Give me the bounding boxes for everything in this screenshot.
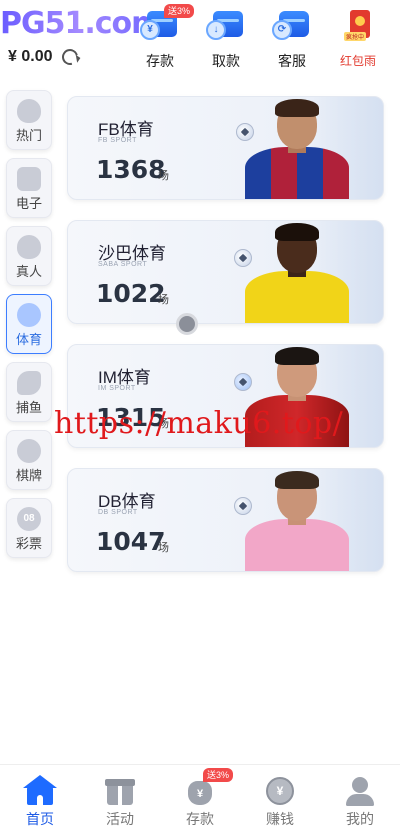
deposit-label: 存款 — [146, 53, 174, 69]
red-envelope-label: 红包雨 — [339, 54, 376, 68]
player-image — [245, 97, 349, 199]
watermark-url: https://maku6.top/ — [54, 406, 344, 441]
nav-label: 活动 — [106, 811, 134, 827]
balance-display: ¥ 0.00 — [8, 46, 82, 68]
gift-icon — [105, 775, 135, 805]
match-unit: 场 — [158, 170, 169, 182]
sport-subtitle: IM SPORT — [98, 385, 136, 392]
category-label: 电子 — [15, 196, 42, 211]
match-unit: 场 — [158, 542, 169, 554]
category-sports[interactable]: 体育 — [6, 294, 52, 354]
red-envelope-tag: 疯抢中 — [344, 32, 367, 41]
category-live[interactable]: 真人 — [6, 226, 52, 286]
cards-icon — [17, 439, 41, 463]
category-lottery[interactable]: 08 彩票 — [6, 498, 52, 558]
nav-deposit[interactable]: ¥ 送3% 存款 — [160, 765, 240, 832]
deposit-bonus-badge: 送3% — [164, 4, 195, 18]
gamepad-icon — [17, 167, 41, 191]
category-label: 真人 — [15, 264, 42, 279]
coin-icon: ¥ — [265, 775, 295, 805]
category-label: 捕鱼 — [15, 400, 42, 415]
nav-home[interactable]: 首页 — [0, 765, 80, 832]
category-cards[interactable]: 棋牌 — [6, 430, 52, 490]
fish-icon — [17, 371, 41, 395]
category-fishing[interactable]: 捕鱼 — [6, 362, 52, 422]
sport-subtitle: FB SPORT — [98, 137, 137, 144]
customer-service-label: 客服 — [278, 53, 306, 69]
nav-label: 存款 — [186, 811, 214, 827]
nav-activity[interactable]: 活动 — [80, 765, 160, 832]
withdraw-button[interactable]: ↓ 取款 — [196, 8, 256, 71]
ball-icon — [17, 303, 41, 327]
header: PG51.com ¥ 0.00 ¥ 送3% 存款 ↓ 取款 ⟳ 客服 疯抢中 红… — [0, 0, 400, 80]
home-icon — [23, 775, 57, 805]
lottery-ball-icon: 08 — [17, 507, 41, 531]
user-icon — [345, 775, 375, 806]
nav-label: 首页 — [26, 811, 54, 827]
chat-icon: ⟳ — [272, 8, 309, 40]
wallet-card-icon: ¥ 送3% — [140, 4, 195, 40]
match-count: 1047 — [96, 527, 166, 556]
withdraw-label: 取款 — [212, 53, 240, 69]
match-count: 1368 — [96, 155, 166, 184]
player-image — [245, 469, 349, 571]
category-hot[interactable]: 热门 — [6, 90, 52, 150]
balance-value: ¥ 0.00 — [8, 48, 53, 65]
sport-card-saba[interactable]: 沙巴体育 SABA SPORT 1022 场 — [67, 220, 384, 324]
refresh-icon[interactable] — [59, 46, 82, 68]
nav-label: 我的 — [346, 811, 374, 827]
customer-service-button[interactable]: ⟳ 客服 — [262, 8, 322, 71]
category-slots[interactable]: 电子 — [6, 158, 52, 218]
deposit-button[interactable]: ¥ 送3% 存款 — [130, 4, 195, 71]
nav-earn[interactable]: ¥ 赚钱 — [240, 765, 320, 832]
sport-subtitle: SABA SPORT — [98, 261, 148, 268]
bottom-navigation: 首页 活动 ¥ 送3% 存款 ¥ 赚钱 我的 — [0, 764, 400, 832]
category-label: 体育 — [15, 332, 42, 347]
nav-profile[interactable]: 我的 — [320, 765, 400, 832]
sport-subtitle: DB SPORT — [98, 509, 138, 516]
flame-icon — [17, 235, 41, 259]
withdraw-card-icon: ↓ — [206, 8, 243, 40]
match-count: 1022 — [96, 279, 166, 308]
red-envelope-icon: 疯抢中 — [342, 8, 374, 41]
red-envelope-rain-button[interactable]: 疯抢中 红包雨 — [328, 8, 388, 69]
category-label: 彩票 — [15, 536, 42, 551]
floating-drag-handle[interactable] — [176, 313, 198, 335]
category-label: 棋牌 — [15, 468, 42, 483]
money-bag-icon: ¥ 送3% — [185, 768, 234, 805]
flame-icon — [17, 99, 41, 123]
category-label: 热门 — [15, 128, 42, 143]
sport-card-fb[interactable]: FB体育 FB SPORT 1368 场 — [67, 96, 384, 200]
nav-label: 赚钱 — [266, 811, 294, 827]
match-unit: 场 — [158, 294, 169, 306]
player-image — [245, 221, 349, 323]
sport-card-db[interactable]: DB体育 DB SPORT 1047 场 — [67, 468, 384, 572]
deposit-bonus-badge: 送3% — [203, 768, 234, 782]
